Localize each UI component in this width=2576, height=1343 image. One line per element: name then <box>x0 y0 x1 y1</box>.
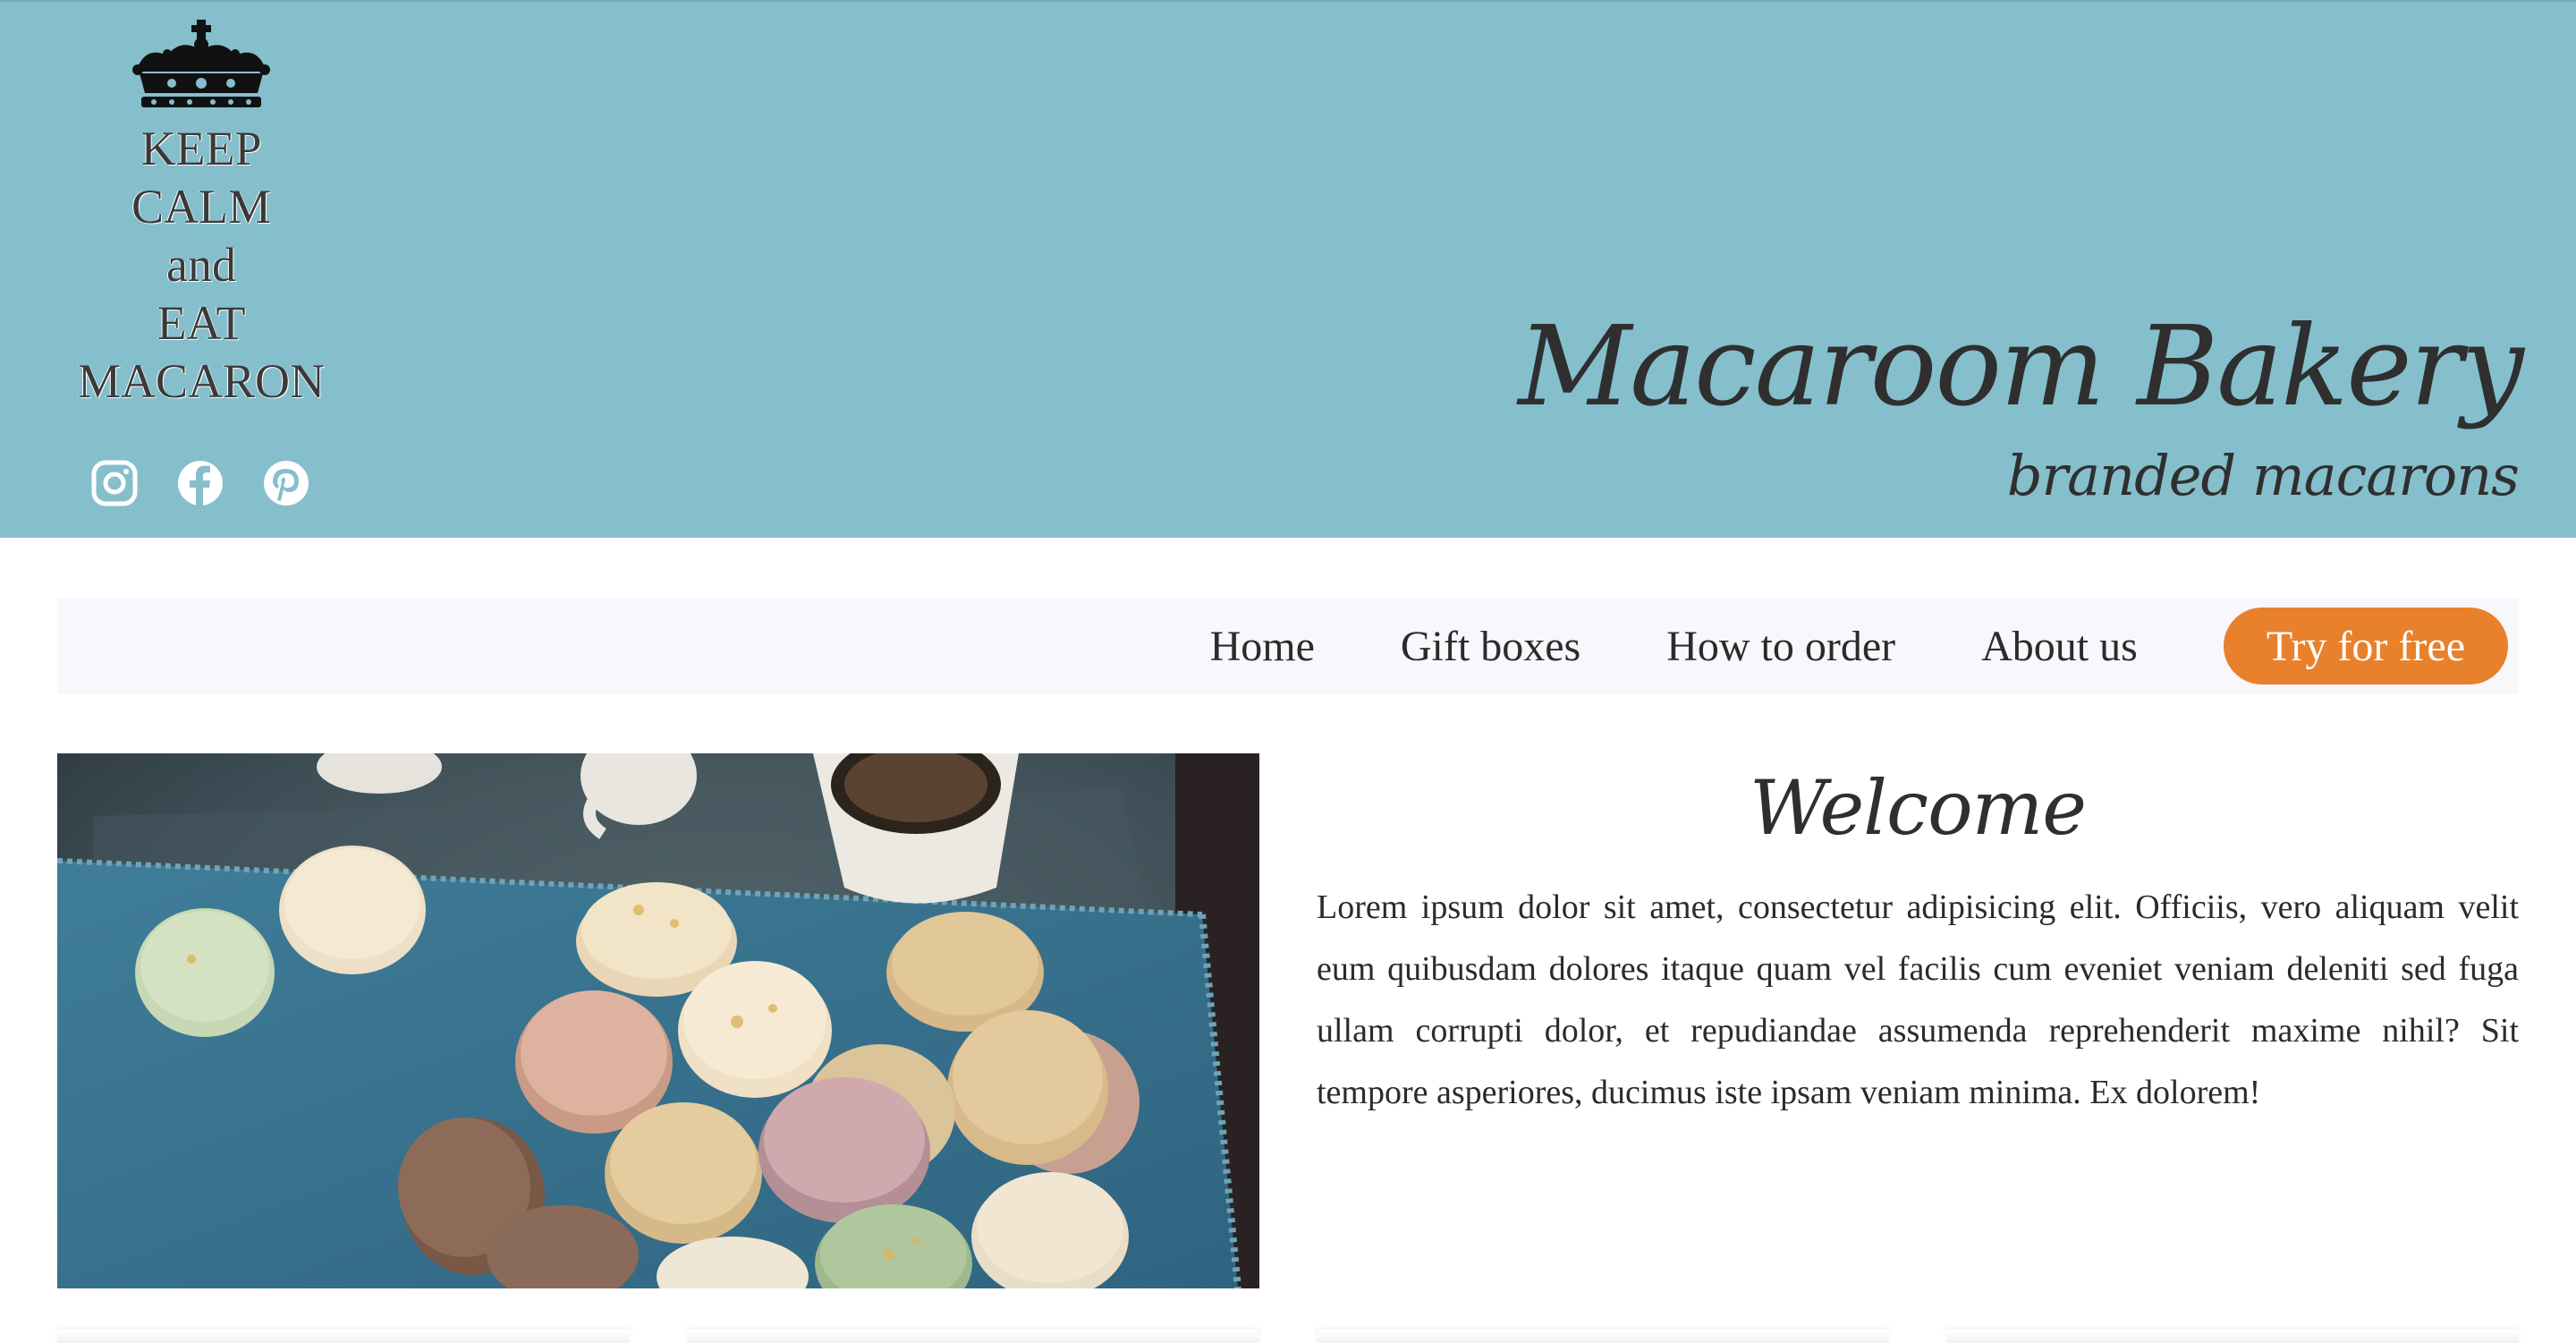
brand-subtitle: branded macarons <box>2006 443 2520 508</box>
pinterest-icon[interactable] <box>261 458 311 508</box>
brand-title: Macaroom Bakery <box>1518 302 2524 431</box>
nav-about-us[interactable]: About us <box>1981 622 2138 671</box>
slogan-line: KEEP <box>140 122 262 175</box>
facebook-icon[interactable] <box>175 458 225 508</box>
card <box>687 1330 1259 1343</box>
nav-links: Home Gift boxes How to order About us Tr… <box>1210 607 2508 685</box>
nav-gift-boxes[interactable]: Gift boxes <box>1401 622 1580 671</box>
crown-icon <box>132 20 270 107</box>
welcome-title: Welcome <box>1749 764 2087 852</box>
welcome-text: Lorem ipsum dolor sit amet, consectetur … <box>1317 888 2519 1111</box>
slogan-line: EAT <box>157 296 246 350</box>
site-header: KEEP CALM and EAT MACARON Macaroom Baker… <box>0 0 2576 538</box>
instagram-icon[interactable] <box>89 458 140 508</box>
cards-row <box>57 1330 2519 1343</box>
card <box>1317 1330 1889 1343</box>
keep-calm-slogan: KEEP CALM and EAT MACARON <box>36 120 367 411</box>
try-for-free-button[interactable]: Try for free <box>2223 608 2508 684</box>
macarons-photo <box>57 753 1259 1288</box>
nav-how-to-order[interactable]: How to order <box>1666 622 1895 671</box>
main-nav: Home Gift boxes How to order About us Tr… <box>57 598 2519 694</box>
social-links <box>89 458 311 512</box>
card <box>57 1330 630 1343</box>
hero-image <box>57 753 1259 1288</box>
card <box>1946 1330 2519 1343</box>
slogan-line: MACARON <box>77 354 326 408</box>
slogan-line: and <box>166 238 236 292</box>
slogan-line: CALM <box>131 180 271 234</box>
nav-home[interactable]: Home <box>1210 622 1315 671</box>
